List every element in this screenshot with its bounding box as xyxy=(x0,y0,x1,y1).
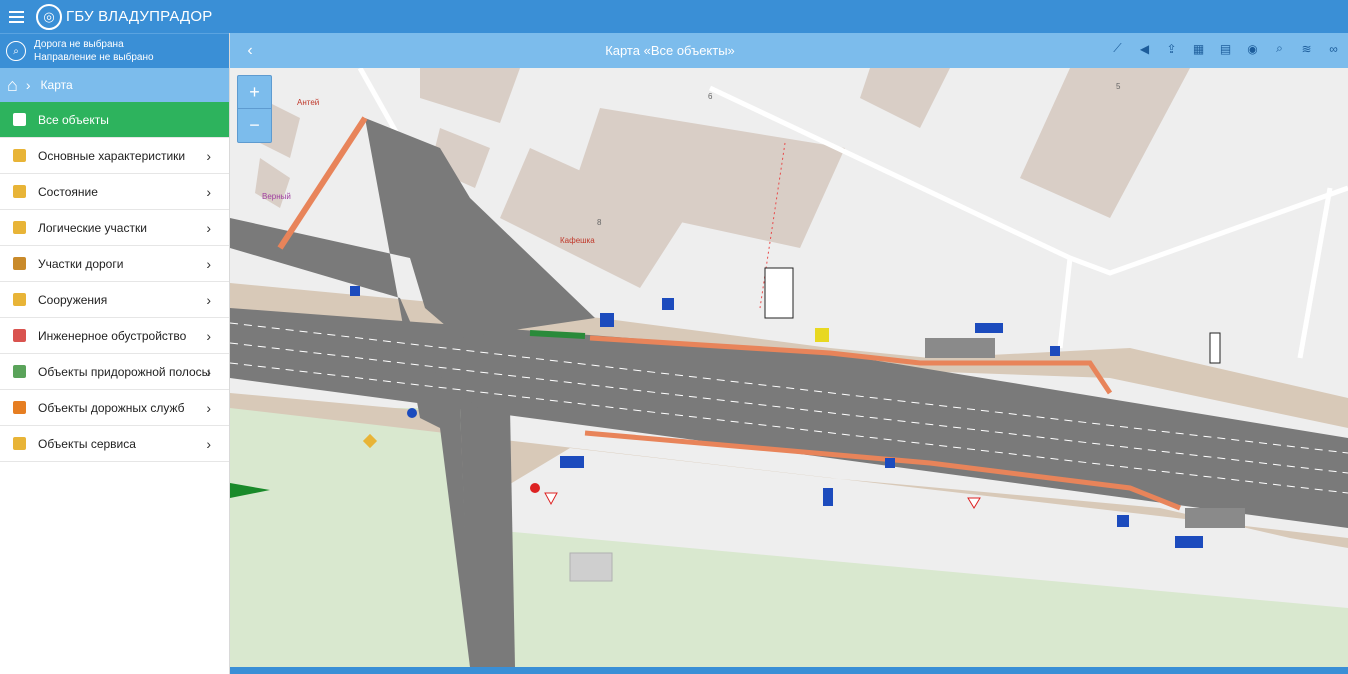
bus-stop xyxy=(925,338,995,358)
road-sign[interactable] xyxy=(662,298,674,310)
menu-item-label: Логические участки xyxy=(38,220,147,235)
chevron-right-icon: › xyxy=(206,184,211,200)
chevron-right-icon: › xyxy=(206,436,211,452)
menu-item-label: Объекты сервиса xyxy=(38,436,136,451)
trend-icon[interactable]: ⟋ xyxy=(1109,40,1126,57)
menu-item-icon xyxy=(13,149,26,162)
top-bar: ◎ ГБУ ВЛАДУПРАДОР xyxy=(0,0,1348,33)
road-sign[interactable] xyxy=(885,458,895,468)
road-sign[interactable] xyxy=(544,492,558,506)
bus-stop xyxy=(1185,508,1245,528)
ruler-icon[interactable]: ▤ xyxy=(1217,40,1234,57)
chevron-right-icon: › xyxy=(206,148,211,164)
road-sign[interactable] xyxy=(1209,332,1221,364)
road-sign[interactable] xyxy=(815,328,829,342)
grid-icon[interactable]: ▦ xyxy=(1190,40,1207,57)
menu-item[interactable]: Основные характеристики › xyxy=(0,138,229,174)
road-sign[interactable] xyxy=(823,488,833,506)
poi-antey[interactable]: Антей xyxy=(297,98,319,107)
menu-item[interactable]: Состояние › xyxy=(0,174,229,210)
menu-item-label: Инженерное обустройство xyxy=(38,328,187,343)
road-line1: Дорога не выбрана xyxy=(34,39,124,50)
chevron-right-icon: › xyxy=(25,77,31,93)
road-sign[interactable] xyxy=(407,408,417,418)
menu-item-label: Состояние xyxy=(38,184,98,199)
menu-item-icon xyxy=(13,221,26,234)
menu-item[interactable]: Объекты сервиса › xyxy=(0,426,229,462)
building xyxy=(420,68,520,123)
menu-item-icon xyxy=(13,437,26,450)
road-sign[interactable] xyxy=(1050,346,1060,356)
building-number: 5 xyxy=(1116,82,1121,91)
menu-item[interactable]: Все объекты xyxy=(0,102,229,138)
road-selector[interactable]: ⌕ Дорога не выбрана Направление не выбра… xyxy=(0,33,229,68)
road-line2: Направление не выбрано xyxy=(34,52,154,63)
link-icon[interactable]: ∞ xyxy=(1325,40,1342,57)
building xyxy=(1020,68,1190,218)
menu-item-icon xyxy=(13,401,26,414)
logo: ◎ xyxy=(36,3,62,30)
zoom-in-button[interactable]: + xyxy=(238,76,271,109)
menu-item-label: Объекты дорожных служб xyxy=(38,400,185,415)
menu-item-icon xyxy=(13,329,26,342)
building-number: 6 xyxy=(708,92,713,101)
road-sign[interactable] xyxy=(530,483,540,493)
zoom-out-button[interactable]: − xyxy=(238,109,271,142)
search-icon[interactable]: ⌕ xyxy=(1271,40,1288,57)
chevron-right-icon: › xyxy=(206,220,211,236)
poi-kafeshka[interactable]: Кафешка xyxy=(560,236,595,245)
menu-item-label: Основные характеристики xyxy=(38,148,186,163)
bottom-bar xyxy=(230,667,1348,674)
menu-item[interactable]: Сооружения › xyxy=(0,282,229,318)
chevron-right-icon: › xyxy=(206,292,211,308)
road-sign[interactable] xyxy=(560,456,584,468)
zoom-control: + − xyxy=(237,75,272,143)
sidebar: ⌕ Дорога не выбрана Направление не выбра… xyxy=(0,33,230,674)
menu-item[interactable]: Объекты придорожной полосы › xyxy=(0,354,229,390)
road-sign[interactable] xyxy=(600,313,614,327)
map-canvas[interactable]: Антей Верный Кафешка 6 5 8 + − xyxy=(230,68,1348,667)
road-sign[interactable] xyxy=(350,286,360,296)
menu-item-label: Объекты придорожной полосы xyxy=(38,364,211,379)
menu-item-icon xyxy=(13,257,26,270)
menu-item-icon xyxy=(13,113,26,126)
menu-item-icon xyxy=(13,293,26,306)
building xyxy=(569,552,613,582)
menu-item-label: Все объекты xyxy=(38,112,109,127)
upload-icon[interactable]: ⇪ xyxy=(1163,40,1180,57)
share-icon[interactable]: ◀ xyxy=(1136,40,1153,57)
poi-verny[interactable]: Верный xyxy=(262,192,291,201)
search-icon[interactable]: ⌕ xyxy=(6,41,26,61)
map-titlebar: ‹ Карта «Все объекты» ⟋ ◀ ⇪ ▦ ▤ ◉ ⌕ ≋ ∞ xyxy=(230,33,1348,68)
chevron-right-icon: › xyxy=(206,256,211,272)
road-sign[interactable] xyxy=(764,267,794,319)
road-sign[interactable] xyxy=(967,497,981,509)
map-svg xyxy=(230,68,1348,667)
menu-item[interactable]: Объекты дорожных служб › xyxy=(0,390,229,426)
back-icon[interactable]: ‹ xyxy=(230,42,270,60)
menu-icon[interactable] xyxy=(0,0,33,33)
chevron-right-icon: › xyxy=(206,400,211,416)
building xyxy=(860,68,950,128)
breadcrumb-label[interactable]: Карта xyxy=(41,78,73,92)
menu-item-label: Участки дороги xyxy=(38,256,124,271)
menu-item[interactable]: Инженерное обустройство › xyxy=(0,318,229,354)
road-sign[interactable] xyxy=(1117,515,1129,527)
menu-item-icon xyxy=(13,365,26,378)
app-title: ГБУ ВЛАДУПРАДОР xyxy=(66,8,213,25)
building-number: 8 xyxy=(597,218,602,227)
road-sign[interactable] xyxy=(1175,536,1203,548)
camera-icon[interactable]: ◉ xyxy=(1244,40,1261,57)
breadcrumb: ⌂ › Карта xyxy=(0,68,229,102)
menu-item[interactable]: Логические участки › xyxy=(0,210,229,246)
menu-item-label: Сооружения xyxy=(38,292,108,307)
chevron-right-icon: › xyxy=(206,328,211,344)
chevron-right-icon: › xyxy=(206,364,211,380)
home-icon[interactable]: ⌂ xyxy=(7,75,18,96)
menu-item-icon xyxy=(13,185,26,198)
map-title: Карта «Все объекты» xyxy=(605,43,735,58)
road-sign[interactable] xyxy=(975,323,1003,333)
menu-item[interactable]: Участки дороги › xyxy=(0,246,229,282)
layers-icon[interactable]: ≋ xyxy=(1298,40,1315,57)
